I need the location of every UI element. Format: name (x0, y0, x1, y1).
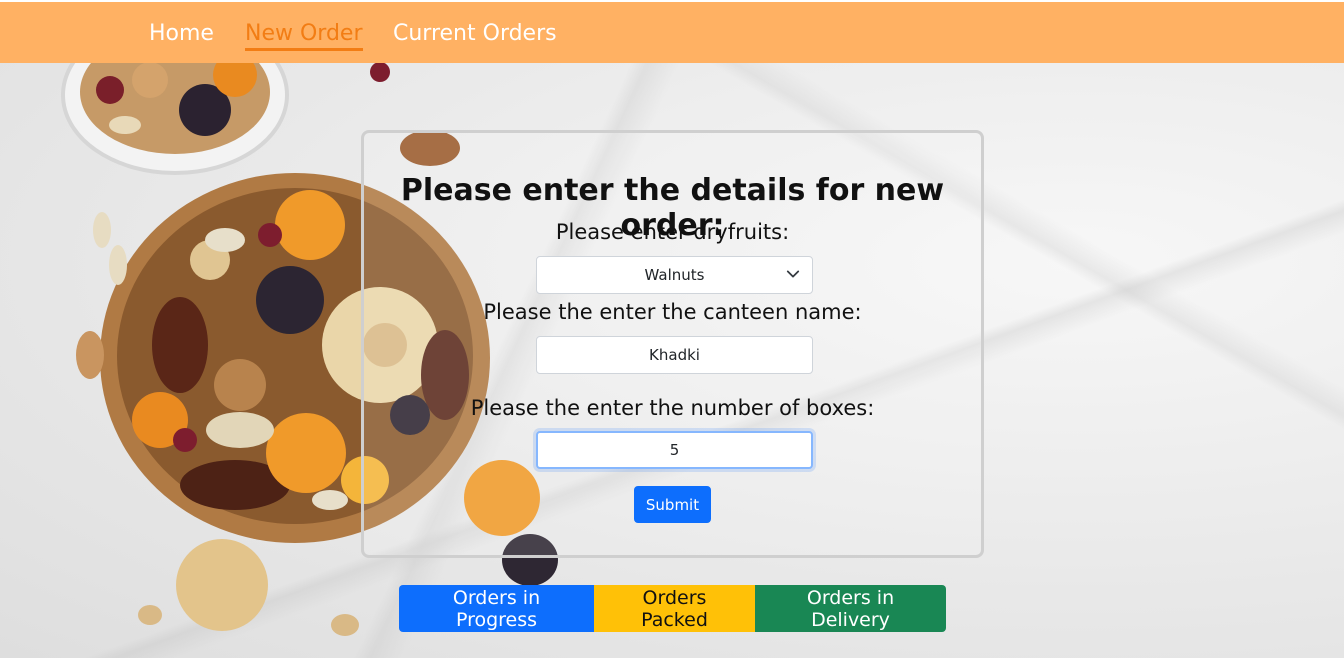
navbar: Home New Order Current Orders (0, 0, 1344, 63)
nav-current-orders[interactable]: Current Orders (393, 21, 557, 47)
orders-packed-button[interactable]: Orders Packed (594, 585, 755, 632)
boxes-label: Please the enter the number of boxes: (470, 396, 875, 420)
dryfruit-selected-value: Walnuts (644, 266, 705, 284)
order-status-buttons: Orders in Progress Orders Packed Orders … (399, 585, 946, 632)
dryfruit-label: Please enter dryfruits: (555, 220, 790, 244)
nav-new-order[interactable]: New Order (245, 21, 363, 51)
orders-in-progress-button[interactable]: Orders in Progress (399, 585, 594, 632)
dryfruit-select[interactable]: Walnuts (536, 256, 813, 294)
orders-in-delivery-button[interactable]: Orders in Delivery (755, 585, 946, 632)
submit-button[interactable]: Submit (634, 486, 711, 523)
chevron-down-icon (786, 270, 800, 278)
boxes-input[interactable] (536, 431, 813, 469)
canteen-label: Please the enter the canteen name: (483, 300, 862, 324)
new-order-form: Please enter the details for new order: … (361, 130, 984, 558)
canteen-name-input[interactable] (536, 336, 813, 374)
nav-home[interactable]: Home (149, 21, 214, 47)
